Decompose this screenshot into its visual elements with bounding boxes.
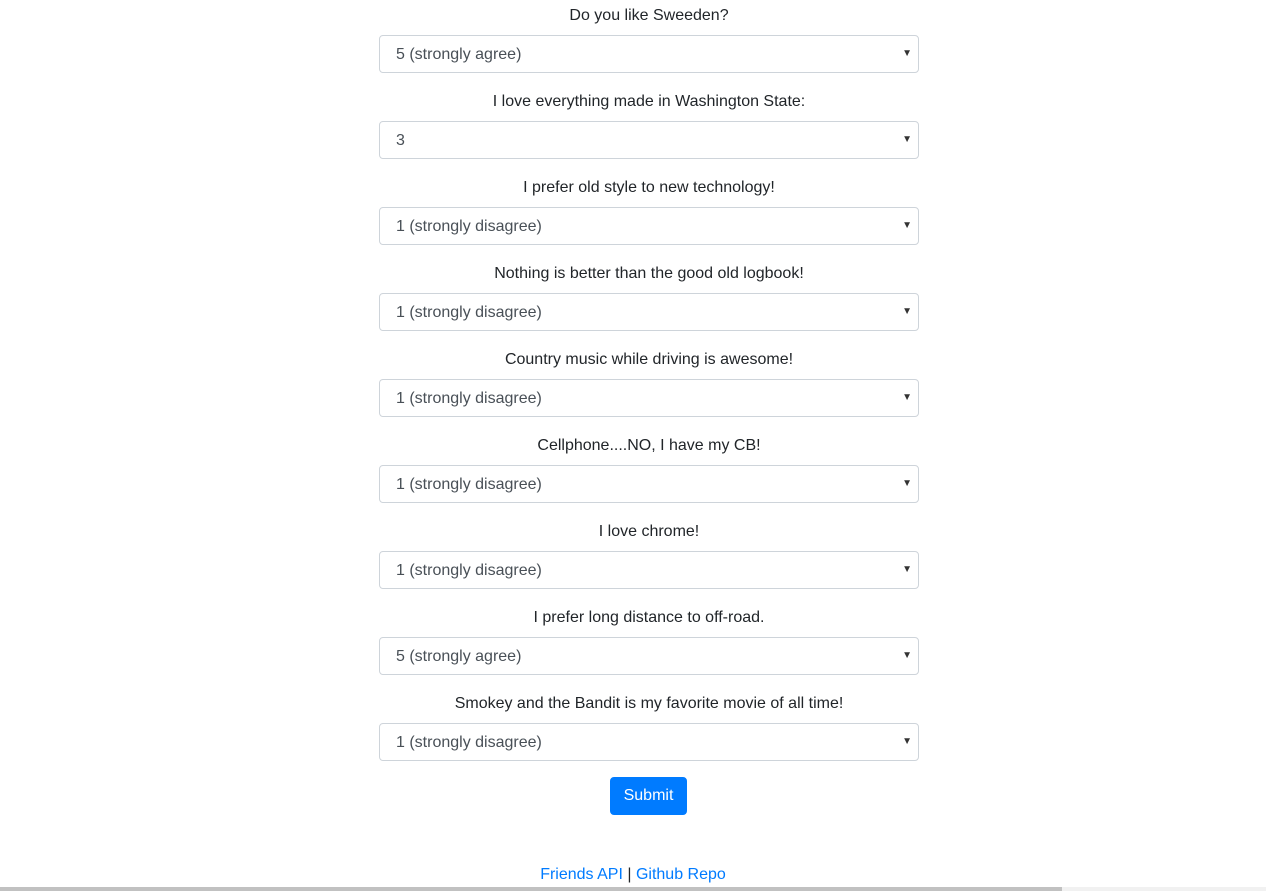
question-label: I love everything made in Washington Sta…: [492, 93, 806, 110]
horizontal-scrollbar[interactable]: [0, 887, 1266, 891]
question-6: Cellphone....NO, I have my CB! 1 (strong…: [379, 430, 919, 516]
select-value: 1 (strongly disagree): [396, 218, 542, 235]
question-5: Country music while driving is awesome! …: [379, 344, 919, 430]
select-value: 3: [396, 132, 405, 149]
submit-button[interactable]: Submit: [610, 777, 687, 815]
question-1: Do you like Sweeden? 5 (strongly agree) …: [379, 0, 919, 86]
chevron-down-icon: ▼: [902, 306, 912, 317]
question-4: Nothing is better than the good old logb…: [379, 258, 919, 344]
footer-separator: |: [627, 866, 632, 883]
question-label: I love chrome!: [598, 523, 700, 540]
chevron-down-icon: ▼: [902, 220, 912, 231]
answer-select[interactable]: 1 (strongly disagree) ▼: [379, 465, 919, 503]
question-label: Do you like Sweeden?: [569, 7, 729, 24]
footer: Friends API | Github Repo: [0, 864, 1266, 886]
question-label: Country music while driving is awesome!: [504, 351, 794, 368]
chevron-down-icon: ▼: [902, 48, 912, 59]
question-label: I prefer long distance to off-road.: [533, 609, 765, 626]
answer-select[interactable]: 3 ▼: [379, 121, 919, 159]
survey-form: Do you like Sweeden? 5 (strongly agree) …: [379, 0, 919, 774]
answer-select[interactable]: 1 (strongly disagree) ▼: [379, 293, 919, 331]
question-3: I prefer old style to new technology! 1 …: [379, 172, 919, 258]
answer-select[interactable]: 5 (strongly agree) ▼: [379, 637, 919, 675]
chevron-down-icon: ▼: [902, 736, 912, 747]
select-value: 1 (strongly disagree): [396, 390, 542, 407]
answer-select[interactable]: 1 (strongly disagree) ▼: [379, 723, 919, 761]
question-label: Smokey and the Bandit is my favorite mov…: [454, 695, 844, 712]
question-7: I love chrome! 1 (strongly disagree) ▼: [379, 516, 919, 602]
friends-api-link[interactable]: Friends API: [540, 866, 623, 883]
answer-select[interactable]: 1 (strongly disagree) ▼: [379, 379, 919, 417]
select-value: 1 (strongly disagree): [396, 562, 542, 579]
answer-select[interactable]: 5 (strongly agree) ▼: [379, 35, 919, 73]
question-8: I prefer long distance to off-road. 5 (s…: [379, 602, 919, 688]
select-value: 1 (strongly disagree): [396, 734, 542, 751]
chevron-down-icon: ▼: [902, 564, 912, 575]
scrollbar-thumb[interactable]: [0, 887, 1062, 891]
select-value: 1 (strongly disagree): [396, 304, 542, 321]
question-label: I prefer old style to new technology!: [523, 179, 775, 196]
answer-select[interactable]: 1 (strongly disagree) ▼: [379, 207, 919, 245]
chevron-down-icon: ▼: [902, 478, 912, 489]
chevron-down-icon: ▼: [902, 650, 912, 661]
answer-select[interactable]: 1 (strongly disagree) ▼: [379, 551, 919, 589]
chevron-down-icon: ▼: [902, 134, 912, 145]
question-label: Cellphone....NO, I have my CB!: [537, 437, 761, 454]
select-value: 5 (strongly agree): [396, 648, 522, 665]
question-label: Nothing is better than the good old logb…: [494, 265, 804, 282]
chevron-down-icon: ▼: [902, 392, 912, 403]
select-value: 5 (strongly agree): [396, 46, 522, 63]
select-value: 1 (strongly disagree): [396, 476, 542, 493]
question-2: I love everything made in Washington Sta…: [379, 86, 919, 172]
question-9: Smokey and the Bandit is my favorite mov…: [379, 688, 919, 774]
github-repo-link[interactable]: Github Repo: [636, 866, 726, 883]
